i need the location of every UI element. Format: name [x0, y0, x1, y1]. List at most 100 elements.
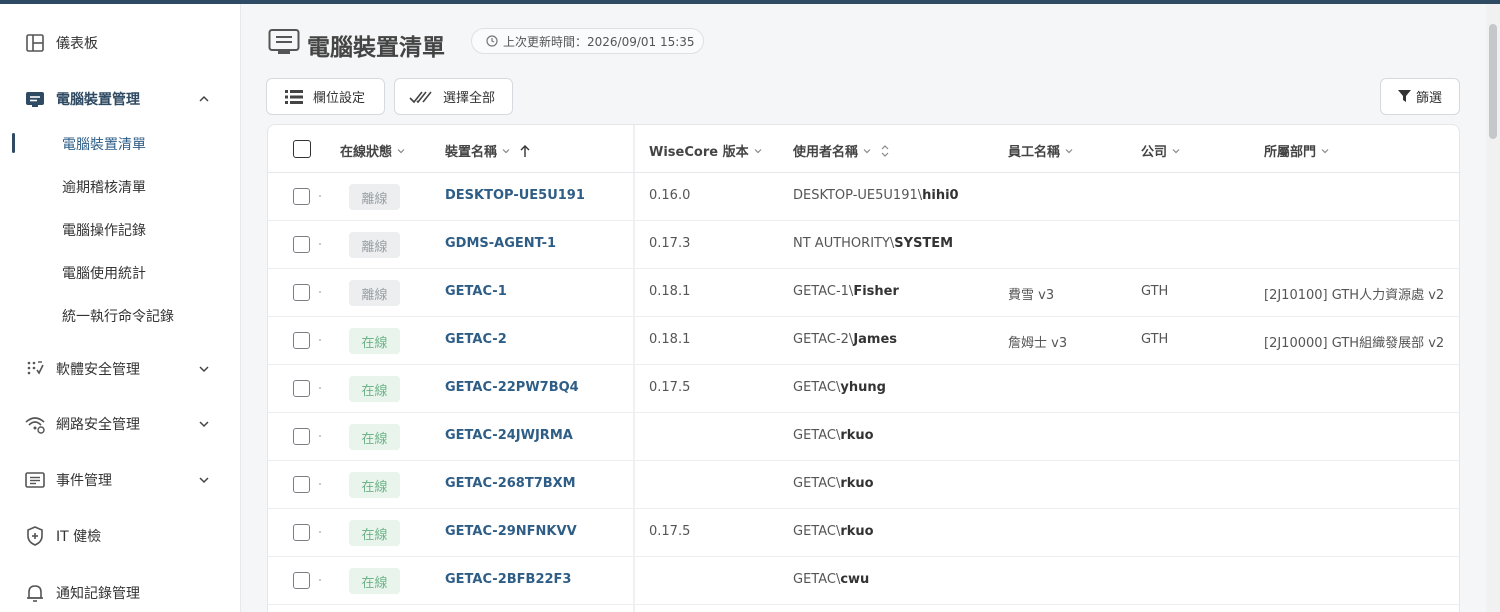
device-name-link[interactable]: GDMS-AGENT-1	[445, 236, 556, 251]
device-name-link[interactable]: GETAC-2	[445, 332, 507, 347]
page-scrollbar[interactable]	[1486, 4, 1500, 612]
row-checkbox[interactable]	[293, 572, 310, 589]
employee-name: 費雪 v3	[1008, 288, 1055, 303]
sidebar-item-label: 儀表板	[56, 36, 98, 52]
sidebar-subitem-command-log[interactable]: 統一執行命令記錄	[0, 297, 240, 333]
sort-ascending-icon[interactable]	[519, 144, 531, 158]
header-status[interactable]: 在線狀態	[340, 141, 406, 160]
table-row[interactable]: 離線 DESKTOP-UE5U191 0.16.0 DESKTOP-UE5U191\h…	[268, 173, 1459, 221]
chevron-down-icon	[754, 148, 762, 153]
sidebar-item-device-management[interactable]: 電腦裝置管理	[0, 79, 240, 119]
sidebar-item-network-security[interactable]: 網路安全管理	[0, 404, 240, 444]
active-indicator	[12, 133, 15, 153]
bell-icon	[27, 585, 43, 602]
row-marker	[319, 243, 321, 245]
chevron-down-icon[interactable]	[198, 418, 210, 430]
sort-toggle-icon[interactable]	[880, 144, 890, 158]
header-device-label: 裝置名稱	[445, 145, 498, 160]
sidebar-item-label: 通知記錄管理	[56, 586, 140, 602]
column-settings-button[interactable]: 欄位設定	[266, 78, 385, 115]
header-user[interactable]: 使用者名稱	[793, 141, 890, 160]
header-dept[interactable]: 所屬部門	[1264, 141, 1330, 160]
row-checkbox[interactable]	[293, 332, 310, 349]
row-marker	[319, 579, 321, 581]
chevron-down-icon[interactable]	[198, 363, 210, 375]
sidebar-subitem-overdue-audit[interactable]: 逾期稽核清單	[0, 168, 240, 204]
user-name: GETAC\rkuo	[793, 524, 874, 539]
wisecore-version: 0.18.1	[649, 284, 691, 299]
user-account: rkuo	[840, 524, 874, 539]
sidebar-item-notification-log[interactable]: 通知記錄管理	[0, 573, 240, 612]
clock-icon	[486, 35, 498, 47]
chevron-down-icon	[1172, 148, 1180, 153]
row-marker	[319, 387, 321, 389]
device-name-link[interactable]: DESKTOP-UE5U191	[445, 188, 585, 203]
header-status-label: 在線狀態	[340, 145, 393, 160]
header-employee[interactable]: 員工名稱	[1008, 141, 1074, 160]
device-name-link[interactable]: GETAC-1	[445, 284, 507, 299]
chevron-down-icon[interactable]	[198, 474, 210, 486]
table-row[interactable]: 在線 GETAC-22PW7BQ4 0.17.5 GETAC\yhung	[268, 365, 1459, 413]
sidebar-subitem-usage-stats[interactable]: 電腦使用統計	[0, 254, 240, 290]
sidebar-subitem-device-list[interactable]: 電腦裝置清單	[0, 125, 240, 161]
user-account: James	[853, 332, 898, 347]
chevron-up-icon[interactable]	[198, 93, 210, 105]
header-company[interactable]: 公司	[1141, 141, 1181, 160]
device-table: 在線狀態 裝置名稱 WiseCore 版本 使用者名稱 員工名稱 公司 所屬部門…	[267, 124, 1460, 612]
table-row[interactable]: 在線 GETAC-2 0.18.1 GETAC-2\James 詹姆士 v3 GTH [2J…	[268, 317, 1459, 365]
row-checkbox[interactable]	[293, 476, 310, 493]
device-name-link[interactable]: GETAC-29NFNKVV	[445, 524, 577, 539]
header-wisecore[interactable]: WiseCore 版本	[649, 141, 763, 160]
main-content: 電腦裝置清單 上次更新時間：2026/09/01 15:35 欄位設定 選擇全部…	[241, 4, 1486, 612]
user-domain: GETAC\	[793, 380, 841, 395]
row-checkbox[interactable]	[293, 284, 310, 301]
user-domain: GETAC\	[793, 476, 841, 491]
user-domain: GETAC\	[793, 524, 841, 539]
table-header: 在線狀態 裝置名稱 WiseCore 版本 使用者名稱 員工名稱 公司 所屬部門	[268, 125, 1459, 173]
table-row[interactable]: 在線 GETAC-2BFB22F3 GETAC\cwu	[268, 557, 1459, 605]
device-name-link[interactable]: GETAC-22PW7BQ4	[445, 380, 579, 395]
status-badge: 在線	[349, 376, 400, 402]
header-device[interactable]: 裝置名稱	[445, 141, 531, 160]
device-name-link[interactable]: GETAC-24JWJRMA	[445, 428, 573, 443]
user-domain: GETAC-2\	[793, 332, 854, 347]
header-employee-label: 員工名稱	[1008, 145, 1061, 160]
company-name: GTH	[1141, 332, 1169, 347]
table-row[interactable]: 在線 GETAC-268T7BXM GETAC\rkuo	[268, 461, 1459, 509]
row-checkbox[interactable]	[293, 188, 310, 205]
monitor-list-icon	[26, 92, 44, 107]
sidebar-item-event-management[interactable]: 事件管理	[0, 460, 240, 500]
row-checkbox[interactable]	[293, 428, 310, 445]
row-checkbox[interactable]	[293, 380, 310, 397]
row-checkbox[interactable]	[293, 236, 310, 253]
chevron-down-icon	[502, 148, 510, 153]
table-row[interactable]: 在線 GETAC-29NFNKVV 0.17.5 GETAC\rkuo	[268, 509, 1459, 557]
row-marker	[319, 531, 321, 533]
wifi-shield-icon	[25, 417, 45, 434]
header-dept-label: 所屬部門	[1264, 145, 1317, 160]
user-name: GETAC-2\James	[793, 332, 897, 347]
sidebar-item-label: IT 健檢	[56, 529, 102, 545]
employee-name: 詹姆士 v3	[1008, 336, 1068, 351]
table-row[interactable]: 離線 GETAC-1 0.18.1 GETAC-1\Fisher 費雪 v3 GTH [2J…	[268, 269, 1459, 317]
select-all-label: 選擇全部	[443, 90, 496, 105]
select-all-button[interactable]: 選擇全部	[394, 78, 513, 115]
row-checkbox[interactable]	[293, 524, 310, 541]
sidebar-subitem-label: 逾期稽核清單	[62, 180, 146, 196]
dashboard-icon	[26, 34, 44, 52]
sidebar-item-software-security[interactable]: 軟體安全管理	[0, 349, 240, 389]
user-name: GETAC\cwu	[793, 572, 869, 587]
scrollbar-thumb[interactable]	[1489, 24, 1497, 139]
status-badge: 在線	[349, 520, 400, 546]
table-row[interactable]: 離線 GDMS-AGENT-1 0.17.3 NT AUTHORITY\SYSTEM	[268, 221, 1459, 269]
device-name-link[interactable]: GETAC-2BFB22F3	[445, 572, 571, 587]
table-row[interactable]: 在線 GETAC-24JWJRMA GETAC\rkuo	[268, 413, 1459, 461]
wisecore-version: 0.17.3	[649, 236, 691, 251]
sidebar-item-it-checkup[interactable]: IT 健檢	[0, 516, 240, 556]
sidebar-item-dashboard[interactable]: 儀表板	[0, 23, 240, 63]
filter-button[interactable]: 篩選	[1380, 78, 1460, 115]
device-name-link[interactable]: GETAC-268T7BXM	[445, 476, 576, 491]
select-all-checkbox[interactable]	[293, 140, 311, 158]
user-account: yhung	[840, 380, 886, 395]
sidebar-subitem-operation-log[interactable]: 電腦操作記錄	[0, 211, 240, 247]
